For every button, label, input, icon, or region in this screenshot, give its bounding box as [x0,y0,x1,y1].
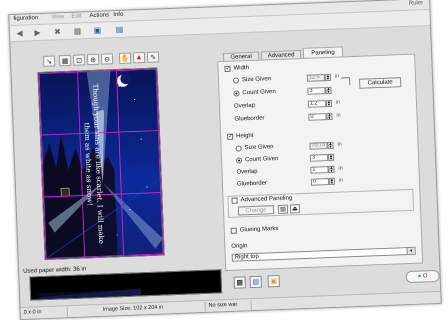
height-label: Height [236,132,254,140]
height-glueborder-input[interactable]: 0 [310,178,330,186]
calculate-button[interactable]: Calculate [359,77,402,89]
height-size-unit: in [337,141,342,148]
zoom-out-icon[interactable]: ⊖ [100,53,114,65]
width-glueborder-unit: in [336,112,341,119]
ok-icon: ● [417,273,422,280]
width-count-spinner[interactable]: ▲ ▼ [325,86,332,95]
status-divider [66,307,68,318]
ok-label: O [422,273,428,280]
preview-icon[interactable]: ▩ [233,276,246,289]
height-overlap-unit: in [338,165,343,172]
print-icon[interactable]: ▤ [114,24,125,35]
grid-icon[interactable]: ▦ [72,25,83,36]
height-size-given-label: Size Given [244,144,274,152]
height-overlap-label: Overlap [236,168,258,176]
crop-icon[interactable]: ⊡ [72,54,86,66]
dialog-footer: ▩ ▤ ▣ ● O [226,269,440,296]
advanced-paneling-checkbox[interactable] [231,197,238,204]
hand-icon[interactable]: ✋ [118,52,132,64]
height-checkbox[interactable]: ✓ [227,134,233,140]
zoom-in-icon[interactable]: ⊕ [86,53,100,66]
warning-icon[interactable]: ▲ [132,51,146,64]
width-count-given-input[interactable]: 3 [307,87,326,95]
height-count-given-input[interactable]: 3 [309,154,329,162]
image-preview[interactable]: Though your sins are like scarlet, I wil… [37,67,165,260]
width-glueborder-input[interactable]: 0 [308,113,327,121]
height-size-given-radio[interactable] [235,145,242,152]
menu-view[interactable]: View [51,14,64,20]
glueing-marks-checkbox[interactable] [230,227,237,234]
save-icon[interactable]: ▤ [249,275,262,289]
application-window: figuration View Edit Actions Info Ruler … [8,0,442,320]
width-glueborder-spinner[interactable]: ▲ ▼ [326,112,333,121]
status-size-warning: No size war [208,301,238,309]
eject-icon[interactable]: ⏏ [289,204,301,214]
arrow-icon[interactable]: ↘ [42,55,56,67]
height-glueborder-spinner[interactable]: ▲ ▼ [328,177,336,186]
window-title: Ruler [408,0,424,7]
menu-actions[interactable]: Actions [89,12,109,19]
height-overlap-input[interactable]: 1 [310,166,329,174]
width-overlap-input[interactable]: 1.2 [307,100,327,108]
height-count-given-radio[interactable] [235,157,243,164]
height-glueborder-label: Glueborder [236,180,268,188]
height-count-spinner[interactable]: ▲ ▼ [327,153,335,162]
grid-icon[interactable]: ▦ [58,54,72,67]
width-count-given-label: Count Given [242,89,276,97]
link-line-vertical [348,77,351,86]
height-overlap-spinner[interactable]: ▲ ▼ [328,165,335,174]
paper-strip-preview [29,269,223,301]
status-divider [250,300,252,311]
pencil-icon[interactable]: ✎ [146,51,160,63]
back-icon[interactable]: ◀ [14,28,25,39]
status-divider [204,301,206,312]
menu-info[interactable]: Info [113,12,123,18]
preview-tools: ↘ ▦ ⊡ ⊕ ⊖ ✋ ▲ ✎ [15,50,201,69]
width-size-unit: in [334,73,340,80]
status-image-size: Image Size: 102 x 204 in [102,304,164,313]
height-count-given-label: Count Given [244,155,279,164]
origin-label: Origin [231,243,248,250]
width-overlap-label: Overlap [233,102,256,110]
width-count-given-radio[interactable] [233,90,240,97]
width-glueborder-label: Glueborder [234,115,265,123]
origin-value: Right top [234,253,259,261]
folder-icon[interactable]: ▣ [267,274,280,288]
width-size-given-input[interactable]: 12.5 [306,74,326,82]
save-icon[interactable]: ▤ [277,204,289,215]
origin-select[interactable]: Right top ▼ [231,246,416,262]
width-overlap-spinner[interactable]: ▲ ▼ [325,99,333,108]
folder-icon[interactable]: ▣ [92,25,103,36]
height-size-spinner[interactable]: ▲ ▼ [327,141,334,150]
menu-configuration[interactable]: figuration [13,15,38,22]
stop-icon[interactable]: ✖ [52,26,63,37]
width-size-given-radio[interactable] [232,77,240,84]
link-line [340,77,349,79]
width-label: Width [233,65,249,72]
width-size-spinner[interactable]: ▲ ▼ [324,73,332,82]
width-size-given-label: Size Given [241,76,272,84]
glueing-marks-label: Glueing Marks [239,226,279,234]
chevron-down-icon[interactable]: ▼ [406,247,415,255]
width-overlap-unit: in [335,99,341,106]
height-glueborder-unit: in [338,177,344,184]
height-size-given-input[interactable]: 70.74 [309,142,328,150]
status-coords: 0 x 0 in [23,309,42,316]
forward-icon[interactable]: ▶ [32,27,43,38]
change-button[interactable]: Change [237,205,275,216]
menu-edit[interactable]: Edit [71,13,82,19]
used-paper-width: Used paper width: 36 in [23,266,87,275]
width-checkbox[interactable]: ✓ [224,66,231,72]
ok-button[interactable]: ● O [405,269,440,284]
paneling-panel: ✓ Width Size Given 12.5 ▲ ▼ in Calculate … [217,53,424,272]
